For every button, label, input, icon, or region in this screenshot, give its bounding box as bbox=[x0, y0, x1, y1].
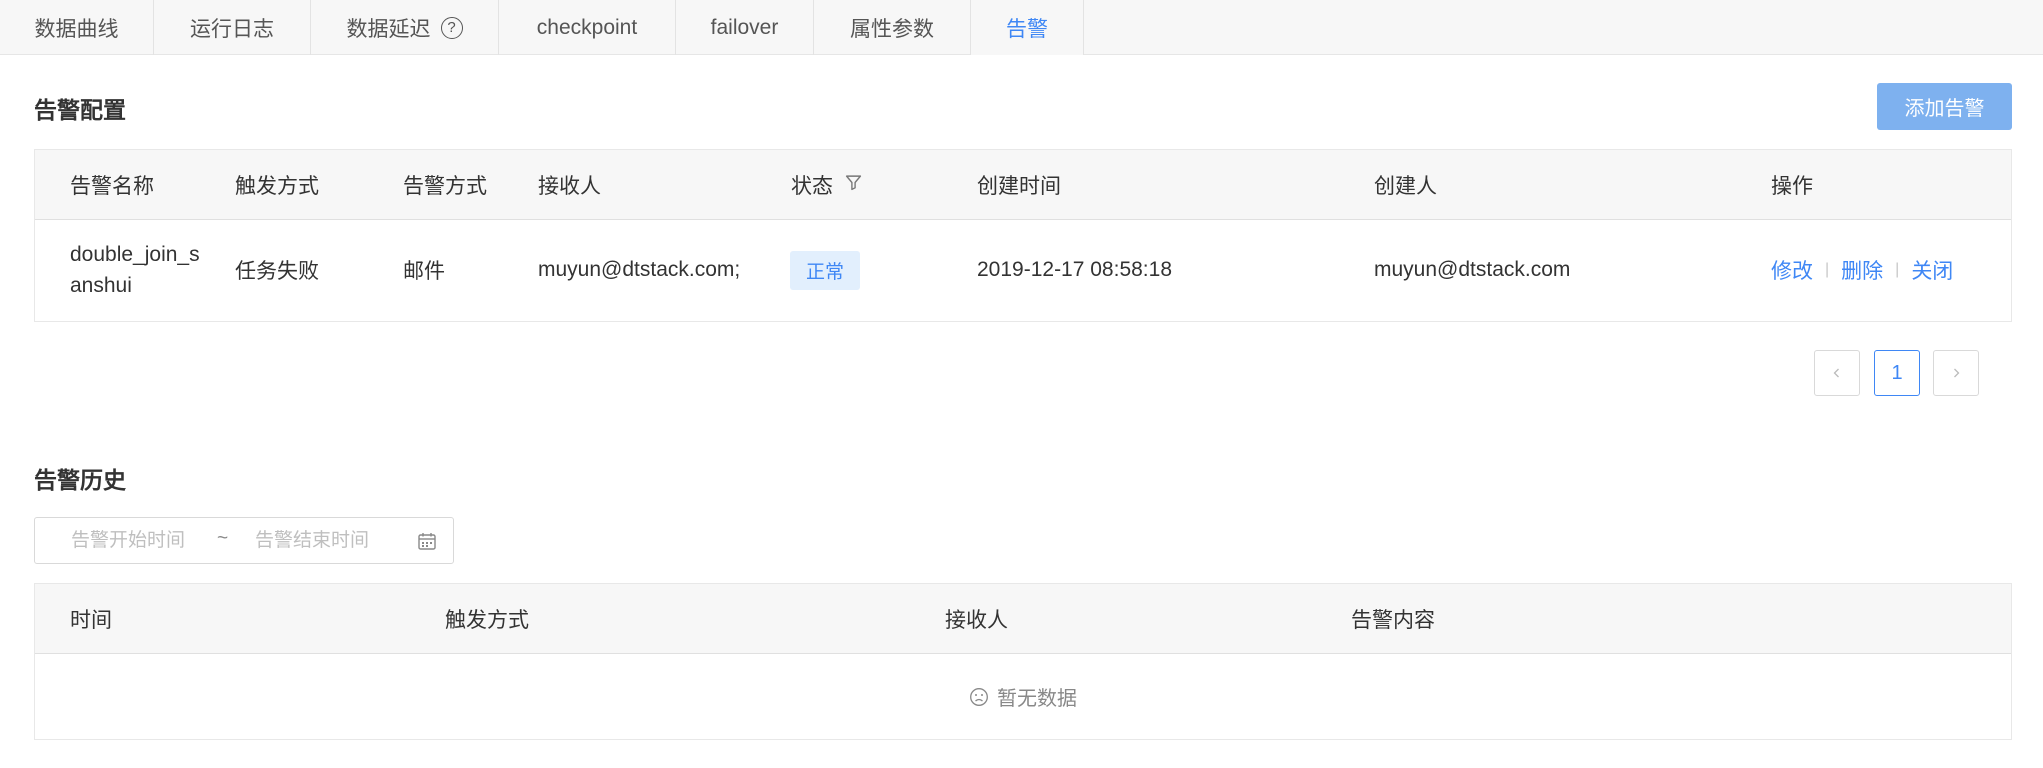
alert-history-table: 时间 触发方式 接收人 告警内容 暂无数据 bbox=[34, 583, 2012, 740]
cell-creator: muyun@dtstack.com bbox=[1374, 258, 1571, 281]
tab-properties[interactable]: 属性参数 bbox=[814, 0, 971, 55]
filter-icon[interactable] bbox=[845, 173, 862, 197]
cell-status: 正常 bbox=[790, 220, 861, 320]
col-alert-name: 告警名称 bbox=[70, 175, 154, 198]
chevron-left-icon bbox=[1833, 368, 1839, 378]
alert-history-title: 告警历史 bbox=[34, 467, 126, 493]
edit-link[interactable]: 修改 bbox=[1771, 255, 1813, 285]
status-badge: 正常 bbox=[790, 250, 861, 290]
col-alert-method: 告警方式 bbox=[403, 175, 487, 198]
tab-run-log[interactable]: 运行日志 bbox=[154, 0, 311, 55]
col-alert-content: 告警内容 bbox=[1351, 609, 1435, 632]
col-trigger: 触发方式 bbox=[445, 609, 529, 632]
prev-page-button[interactable] bbox=[1814, 350, 1860, 396]
start-date-input[interactable] bbox=[71, 526, 211, 556]
col-created-time: 创建时间 bbox=[977, 175, 1061, 198]
cell-created-time: 2019-12-17 08:58:18 bbox=[977, 258, 1172, 281]
col-time: 时间 bbox=[70, 609, 112, 632]
cell-actions: 修改 | 删除 | 关闭 bbox=[1771, 220, 1953, 320]
table-row: double_join_s anshui 任务失败 邮件 muyun@dtsta… bbox=[35, 220, 2011, 320]
col-actions: 操作 bbox=[1771, 175, 1813, 198]
date-separator: ~ bbox=[217, 528, 229, 549]
date-range-picker[interactable]: ~ bbox=[34, 517, 454, 564]
col-receiver: 接收人 bbox=[945, 609, 1008, 632]
next-page-button[interactable] bbox=[1933, 350, 1979, 396]
frown-icon bbox=[969, 687, 989, 707]
tab-data-delay[interactable]: 数据延迟 ? bbox=[311, 0, 499, 55]
tab-bar: 数据曲线 运行日志 数据延迟 ? checkpoint failover 属性参… bbox=[0, 0, 2043, 55]
col-status: 状态 bbox=[791, 150, 862, 220]
cell-receiver: muyun@dtstack.com; bbox=[538, 258, 741, 281]
alert-config-table: 告警名称 触发方式 告警方式 接收人 状态 创建时间 创建人 操作 double… bbox=[34, 149, 2012, 322]
cell-method: 邮件 bbox=[403, 260, 445, 283]
empty-state: 暂无数据 bbox=[35, 654, 2011, 739]
cell-alert-name: double_join_s anshui bbox=[70, 243, 200, 297]
tab-alert[interactable]: 告警 bbox=[971, 0, 1084, 55]
calendar-icon[interactable] bbox=[417, 531, 437, 556]
action-divider: | bbox=[1895, 261, 1900, 278]
col-trigger: 触发方式 bbox=[235, 175, 319, 198]
page-1-button[interactable]: 1 bbox=[1874, 350, 1920, 396]
cell-trigger: 任务失败 bbox=[235, 260, 319, 283]
delete-link[interactable]: 删除 bbox=[1841, 255, 1883, 285]
table-header: 告警名称 触发方式 告警方式 接收人 状态 创建时间 创建人 操作 bbox=[35, 150, 2011, 220]
add-alert-button[interactable]: 添加告警 bbox=[1877, 83, 2012, 130]
alert-config-title: 告警配置 bbox=[34, 97, 126, 123]
col-receiver: 接收人 bbox=[538, 175, 601, 198]
table-header: 时间 触发方式 接收人 告警内容 bbox=[35, 584, 2011, 654]
question-circle-icon[interactable]: ? bbox=[440, 16, 463, 39]
empty-text: 暂无数据 bbox=[997, 688, 1077, 710]
tab-data-curve[interactable]: 数据曲线 bbox=[0, 0, 154, 55]
tab-checkpoint[interactable]: checkpoint bbox=[499, 0, 676, 55]
action-divider: | bbox=[1825, 261, 1830, 278]
tab-failover[interactable]: failover bbox=[676, 0, 814, 55]
col-creator: 创建人 bbox=[1374, 175, 1437, 198]
chevron-right-icon bbox=[1954, 368, 1960, 378]
end-date-input[interactable] bbox=[255, 526, 405, 556]
close-link[interactable]: 关闭 bbox=[1911, 255, 1953, 285]
